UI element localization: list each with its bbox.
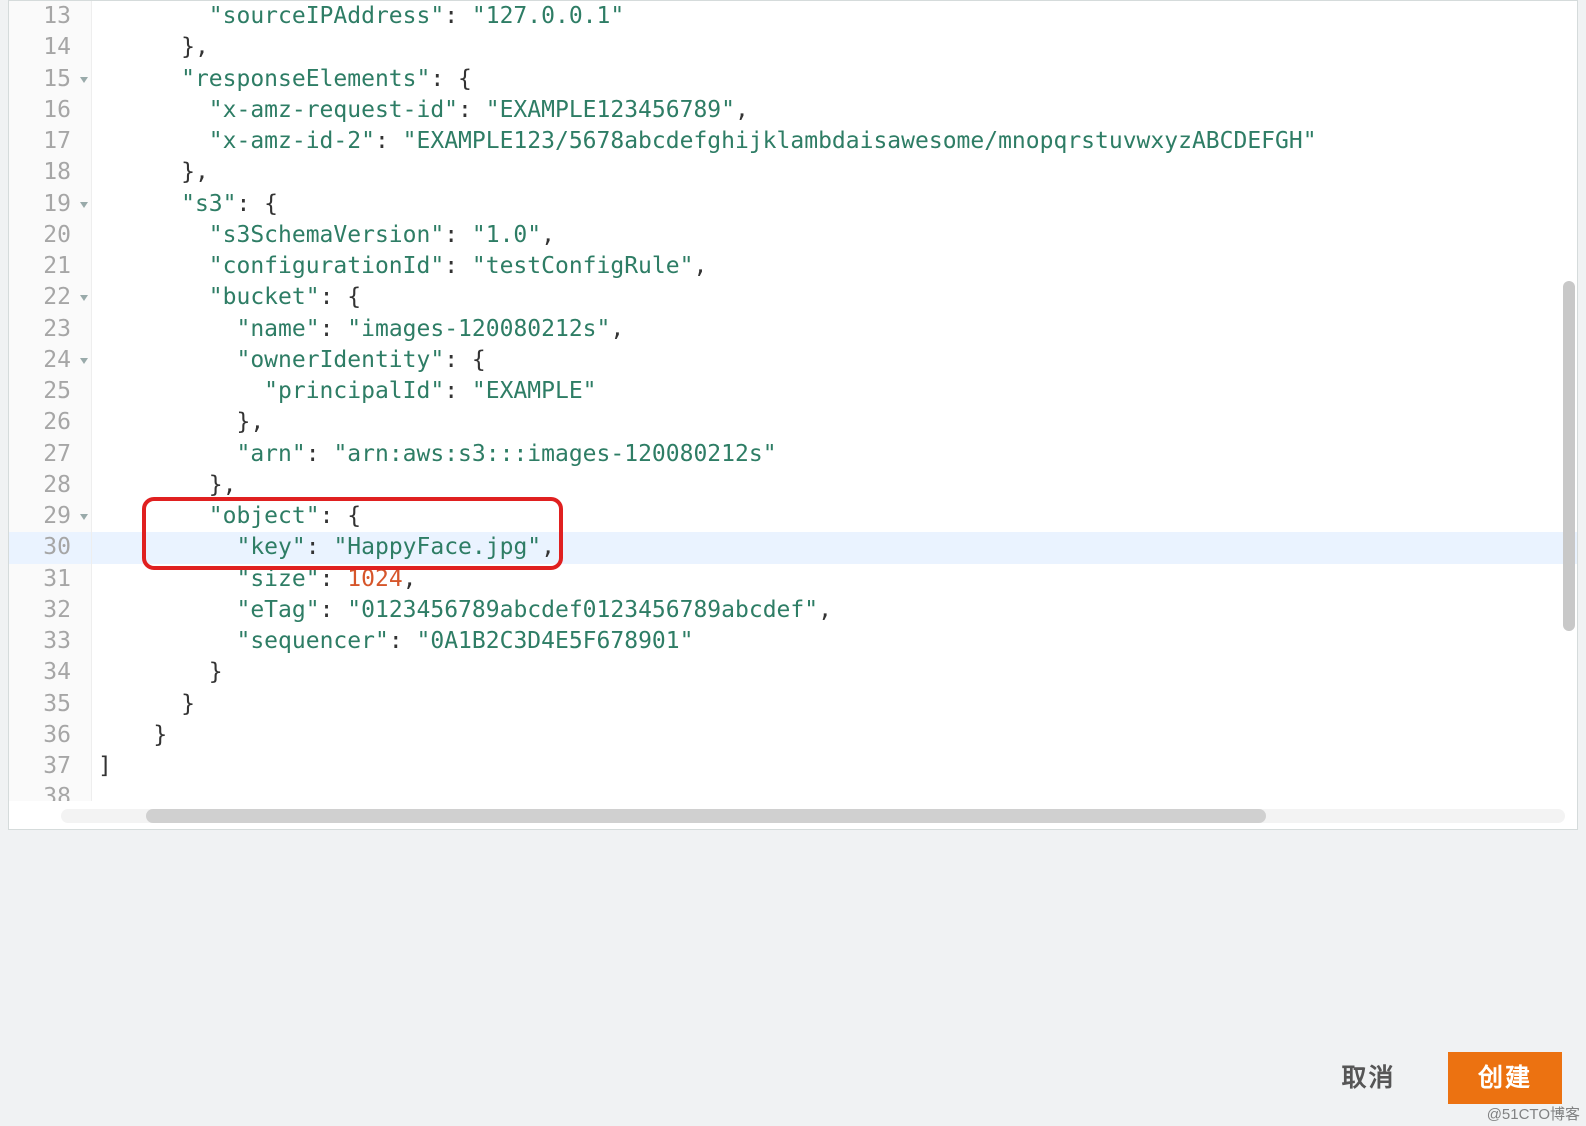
line-number: 37 <box>9 751 91 782</box>
code-line-17[interactable]: "x-amz-id-2": "EXAMPLE123/5678abcdefghij… <box>92 126 1577 157</box>
code-line-28[interactable]: }, <box>92 470 1577 501</box>
line-number: 19 <box>9 189 91 220</box>
line-number: 38 <box>9 782 91 801</box>
line-number: 29 <box>9 501 91 532</box>
code-line-26[interactable]: }, <box>92 407 1577 438</box>
line-number: 33 <box>9 626 91 657</box>
line-number: 16 <box>9 95 91 126</box>
code-line-15[interactable]: "responseElements": { <box>92 64 1577 95</box>
line-number: 21 <box>9 251 91 282</box>
line-number: 26 <box>9 407 91 438</box>
code-line-31[interactable]: "size": 1024, <box>92 564 1577 595</box>
code-line-23[interactable]: "name": "images-120080212s", <box>92 314 1577 345</box>
line-number: 15 <box>9 64 91 95</box>
code-line-35[interactable]: } <box>92 689 1577 720</box>
line-number: 18 <box>9 157 91 188</box>
code-line-18[interactable]: }, <box>92 157 1577 188</box>
line-number: 27 <box>9 439 91 470</box>
code-editor-panel: 1314151617181920212223242526272829303132… <box>8 0 1578 830</box>
watermark: @51CTO博客 <box>1487 1103 1580 1124</box>
line-number: 32 <box>9 595 91 626</box>
code-line-36[interactable]: } <box>92 720 1577 751</box>
code-line-34[interactable]: } <box>92 657 1577 688</box>
line-number: 28 <box>9 470 91 501</box>
horizontal-scrollbar[interactable] <box>61 809 1565 823</box>
code-line-25[interactable]: "principalId": "EXAMPLE" <box>92 376 1577 407</box>
line-number: 22 <box>9 282 91 313</box>
code-line-30[interactable]: "key": "HappyFace.jpg", <box>92 532 1577 563</box>
line-number: 30 <box>9 532 91 563</box>
code-line-14[interactable]: }, <box>92 32 1577 63</box>
code-line-21[interactable]: "configurationId": "testConfigRule", <box>92 251 1577 282</box>
code-line-22[interactable]: "bucket": { <box>92 282 1577 313</box>
line-number: 25 <box>9 376 91 407</box>
code-area[interactable]: "sourceIPAddress": "127.0.0.1" }, "respo… <box>92 1 1577 801</box>
code-line-33[interactable]: "sequencer": "0A1B2C3D4E5F678901" <box>92 626 1577 657</box>
code-line-27[interactable]: "arn": "arn:aws:s3:::images-120080212s" <box>92 439 1577 470</box>
line-number: 24 <box>9 345 91 376</box>
code-line-19[interactable]: "s3": { <box>92 189 1577 220</box>
cancel-button[interactable]: 取消 <box>1312 1052 1426 1104</box>
line-number: 17 <box>9 126 91 157</box>
line-number: 34 <box>9 657 91 688</box>
line-number: 36 <box>9 720 91 751</box>
code-line-20[interactable]: "s3SchemaVersion": "1.0", <box>92 220 1577 251</box>
dialog-footer: 取消 创建 <box>0 1052 1586 1126</box>
vertical-scrollbar-thumb[interactable] <box>1563 281 1575 631</box>
scroll-thumb[interactable] <box>146 809 1266 823</box>
code-line-24[interactable]: "ownerIdentity": { <box>92 345 1577 376</box>
create-button[interactable]: 创建 <box>1448 1052 1562 1104</box>
code-line-38[interactable] <box>92 782 1577 801</box>
code-line-16[interactable]: "x-amz-request-id": "EXAMPLE123456789", <box>92 95 1577 126</box>
code-line-32[interactable]: "eTag": "0123456789abcdef0123456789abcde… <box>92 595 1577 626</box>
code-line-37[interactable]: ] <box>92 751 1577 782</box>
line-number: 23 <box>9 314 91 345</box>
line-number: 14 <box>9 32 91 63</box>
line-number: 13 <box>9 1 91 32</box>
code-editor[interactable]: 1314151617181920212223242526272829303132… <box>9 1 1577 801</box>
code-line-29[interactable]: "object": { <box>92 501 1577 532</box>
code-line-13[interactable]: "sourceIPAddress": "127.0.0.1" <box>92 1 1577 32</box>
line-number: 20 <box>9 220 91 251</box>
line-gutter: 1314151617181920212223242526272829303132… <box>9 1 92 801</box>
line-number: 35 <box>9 689 91 720</box>
line-number: 31 <box>9 564 91 595</box>
